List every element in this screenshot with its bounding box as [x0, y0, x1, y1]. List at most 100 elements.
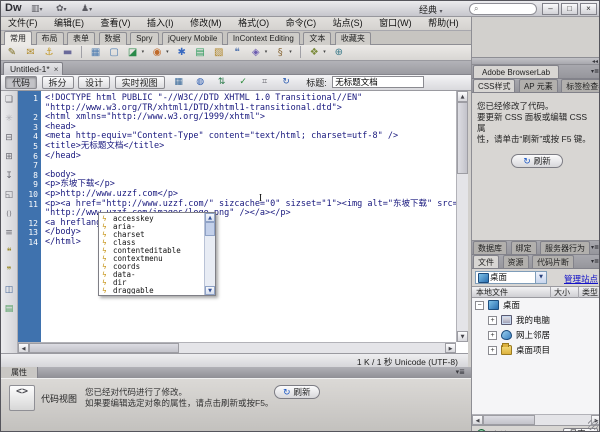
menu-help[interactable]: 帮助(H): [421, 17, 466, 30]
insert-tab-incontext[interactable]: InContext Editing: [226, 32, 300, 45]
insert-div-icon[interactable]: ▢: [107, 46, 121, 59]
named-anchor-icon[interactable]: ⚓: [42, 46, 56, 59]
scroll-up-icon[interactable]: ▲: [205, 213, 215, 222]
w3c-validation-icon[interactable]: ✓: [236, 76, 251, 89]
code-horizontal-scrollbar[interactable]: ◀ ▶: [18, 342, 456, 353]
extend-gear-icon[interactable]: ✿▾: [56, 3, 67, 15]
expand-expander[interactable]: +: [488, 331, 497, 340]
insert-tab-common[interactable]: 常用: [4, 31, 32, 45]
tab-server-behaviors[interactable]: 服务器行为: [540, 241, 591, 254]
refresh-button[interactable]: ↻ 刷新: [274, 385, 320, 399]
hyperlink-icon[interactable]: ✎: [5, 46, 19, 59]
insert-tab-data[interactable]: 数据: [98, 32, 127, 45]
window-resize-grip[interactable]: [588, 420, 598, 430]
insert-tab-layout[interactable]: 布局: [35, 32, 64, 45]
panel-menu-icon[interactable]: ▾≣: [591, 258, 599, 265]
collapse-to-icons-bar[interactable]: ◂◂: [472, 57, 599, 65]
script-icon[interactable]: §: [273, 46, 287, 59]
layout-switcher-icon[interactable]: ▥▾: [31, 3, 43, 15]
scrollbar-thumb[interactable]: [483, 415, 535, 425]
document-tab[interactable]: Untitled-1* ×: [3, 62, 64, 75]
expand-all-icon[interactable]: ↧: [1, 167, 17, 186]
tab-snippets[interactable]: 代码片断: [532, 255, 575, 268]
browserlab-tab[interactable]: Adobe BrowserLab: [473, 65, 560, 78]
hint-scrollbar[interactable]: ▲ ▼: [204, 213, 215, 295]
code-hint-item[interactable]: ϟ draggable: [100, 287, 204, 295]
column-type[interactable]: 类型: [582, 288, 598, 298]
code-view-mode-button[interactable]: <>: [9, 385, 35, 411]
menu-insert[interactable]: 插入(I): [140, 17, 181, 30]
tab-ap-elements[interactable]: AP 元素: [518, 79, 558, 92]
horizontal-rule-icon[interactable]: ▬: [61, 46, 75, 59]
tab-files[interactable]: 文件: [473, 255, 499, 268]
split-view-button[interactable]: 拆分: [41, 76, 74, 89]
scroll-left-icon[interactable]: ◀: [472, 415, 483, 425]
tab-assets[interactable]: 资源: [502, 255, 529, 268]
head-tags-icon[interactable]: ◈: [249, 46, 263, 59]
panel-menu-icon[interactable]: ▾≣: [591, 68, 599, 75]
tree-row-desktop[interactable]: − 桌面: [472, 298, 599, 313]
menu-file[interactable]: 文件(F): [1, 17, 45, 30]
recent-snippets-icon[interactable]: ▤: [1, 300, 17, 319]
collapse-full-tag-icon[interactable]: ⊟: [1, 129, 17, 148]
chevron-down-icon[interactable]: ▾: [323, 46, 329, 59]
email-link-icon[interactable]: ✉: [24, 46, 38, 59]
expand-expander[interactable]: +: [488, 316, 497, 325]
column-local-files[interactable]: 本地文件: [476, 288, 508, 298]
code-navigator-icon[interactable]: ✳: [1, 110, 17, 129]
properties-tab[interactable]: 属性: [1, 367, 38, 378]
chevron-down-icon[interactable]: ▾: [265, 46, 271, 59]
insert-tab-text[interactable]: 文本: [303, 32, 332, 45]
scrollbar-thumb[interactable]: [205, 222, 215, 236]
template-icon[interactable]: ❖: [307, 46, 321, 59]
file-management-icon[interactable]: ⇅: [214, 76, 229, 89]
remove-comment-icon[interactable]: ❞: [1, 262, 17, 281]
multiscreen-preview-icon[interactable]: ▦: [171, 76, 186, 89]
search-input[interactable]: ⌕: [469, 3, 537, 15]
manage-sites-link[interactable]: 管理站点: [564, 273, 598, 285]
date-icon[interactable]: ▤: [193, 46, 207, 59]
minimize-button[interactable]: –: [542, 3, 559, 15]
scrollbar-thumb[interactable]: [29, 343, 179, 353]
code-view[interactable]: ❏ ✳ ⊟ ⊞ ↧ ◱ () ≡ ❝ ❞ ◫ ▤ 1 23 45 67 89 1…: [1, 91, 468, 353]
table-icon[interactable]: ▦: [89, 46, 103, 59]
files-horizontal-scrollbar[interactable]: ◀ ▶: [472, 414, 599, 425]
document-title-input[interactable]: [332, 76, 425, 88]
chevron-down-icon[interactable]: ▾: [166, 46, 172, 59]
tab-tag-inspector[interactable]: 标签检查器: [561, 79, 599, 92]
insert-tab-forms[interactable]: 表单: [67, 32, 96, 45]
scroll-right-icon[interactable]: ▶: [445, 343, 456, 353]
images-icon[interactable]: ◪: [126, 46, 140, 59]
refresh-icon[interactable]: ↻: [279, 76, 294, 89]
scroll-down-icon[interactable]: ▼: [205, 286, 215, 295]
expand-expander[interactable]: +: [488, 346, 497, 355]
apply-comment-icon[interactable]: ❝: [1, 243, 17, 262]
balance-braces-icon[interactable]: (): [1, 205, 17, 224]
collapse-selection-icon[interactable]: ⊞: [1, 148, 17, 167]
design-view-button[interactable]: 设计: [78, 76, 111, 89]
comment-icon[interactable]: ❝: [230, 46, 244, 59]
tag-chooser-icon[interactable]: ⊕: [332, 46, 346, 59]
menu-window[interactable]: 窗口(W): [372, 17, 419, 30]
tab-css-styles[interactable]: CSS样式: [473, 79, 516, 92]
insert-tab-spry[interactable]: Spry: [130, 32, 159, 45]
menu-view[interactable]: 查看(V): [94, 17, 138, 30]
insert-tab-jquery-mobile[interactable]: jQuery Mobile: [162, 32, 224, 45]
collapse-expander[interactable]: −: [475, 301, 484, 310]
tree-row-desktop-items[interactable]: + 桌面项目: [472, 343, 599, 358]
line-numbers-icon[interactable]: ≡: [1, 224, 17, 243]
live-view-button[interactable]: 实时视图: [114, 76, 165, 89]
server-include-icon[interactable]: ▧: [212, 46, 226, 59]
close-tab-icon[interactable]: ×: [54, 65, 59, 74]
chevron-down-icon[interactable]: ▾: [289, 46, 295, 59]
wrap-tag-icon[interactable]: ◫: [1, 281, 17, 300]
tab-databases[interactable]: 数据库: [473, 241, 507, 254]
chevron-down-icon[interactable]: ▾: [142, 46, 148, 59]
site-select-dropdown[interactable]: 桌面 ▼: [475, 271, 547, 284]
close-button[interactable]: ×: [580, 3, 597, 15]
code-view-button[interactable]: 代码: [5, 76, 38, 89]
site-menu-icon[interactable]: ♟▾: [81, 3, 92, 15]
preview-in-browser-icon[interactable]: ◍: [193, 76, 208, 89]
scrollbar-thumb[interactable]: [457, 102, 468, 174]
tab-bindings[interactable]: 绑定: [510, 241, 537, 254]
